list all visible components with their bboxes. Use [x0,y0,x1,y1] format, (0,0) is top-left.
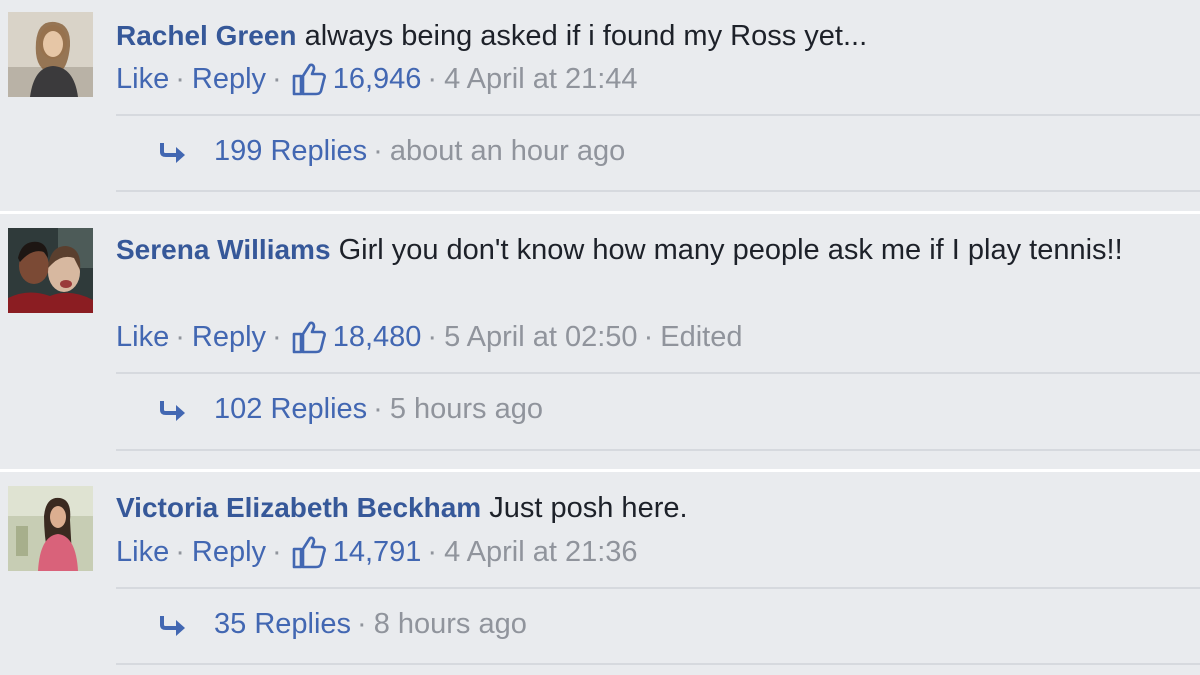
reply-link[interactable]: Reply [192,321,266,354]
comment-actions: Like · Reply · 18,480 · 5 April at 02:50… [116,320,742,354]
comment-actions: Like · Reply · 16,946 · 4 April at 21:44 [116,62,638,96]
separator: · [427,320,438,353]
comment-body: Rachel Green always being asked if i fou… [116,14,1140,58]
reply-arrow-icon [158,139,188,165]
reply-arrow-icon [158,612,188,638]
replies-time: about an hour ago [389,135,626,167]
reply-link[interactable]: Reply [192,536,266,569]
reply-arrow-icon [158,397,188,423]
replies-row[interactable]: 35 Replies · 8 hours ago [158,608,527,641]
thumbs-up-icon[interactable] [291,535,327,569]
separator: · [427,62,438,95]
comment-body: Victoria Elizabeth Beckham Just posh her… [116,486,1140,530]
separator: · [272,320,282,353]
separator: · [272,62,282,95]
separator: · [175,535,185,568]
comment-timestamp[interactable]: 4 April at 21:36 [444,536,637,569]
replies-time: 8 hours ago [373,608,527,640]
like-link[interactable]: Like [116,63,169,96]
replies-link[interactable]: 35 Replies [214,608,351,641]
comment-author[interactable]: Serena Williams [116,234,331,265]
like-count[interactable]: 16,946 [333,63,422,96]
divider [116,190,1200,192]
reply-link[interactable]: Reply [192,63,266,96]
separator: · [357,608,367,640]
comment-text: always being asked if i found my Ross ye… [304,20,868,52]
comment-timestamp[interactable]: 4 April at 21:44 [444,63,637,96]
comment-author[interactable]: Victoria Elizabeth Beckham [116,492,481,523]
replies-link[interactable]: 199 Replies [214,135,367,168]
comment-author[interactable]: Rachel Green [116,20,297,51]
divider [116,114,1200,116]
divider [116,587,1200,589]
divider [116,663,1200,665]
divider [116,372,1200,374]
like-count[interactable]: 14,791 [333,536,422,569]
comment-text: Girl you don't know how many people ask … [338,234,1123,266]
replies-link[interactable]: 102 Replies [214,393,367,426]
avatar[interactable] [8,486,93,571]
separator: · [427,535,438,568]
divider [116,449,1200,451]
separator: · [373,135,383,167]
separator: · [643,320,654,353]
comment-actions: Like · Reply · 14,791 · 4 April at 21:36 [116,535,638,569]
like-count[interactable]: 18,480 [333,321,422,354]
edited-label[interactable]: Edited [660,321,742,354]
replies-row[interactable]: 102 Replies · 5 hours ago [158,393,543,426]
comment-text: Just posh here. [489,492,688,524]
thumbs-up-icon[interactable] [291,320,327,354]
thumbs-up-icon[interactable] [291,62,327,96]
comment-timestamp[interactable]: 5 April at 02:50 [444,321,637,354]
comment-body: Serena Williams Girl you don't know how … [116,228,1140,272]
avatar[interactable] [8,228,93,313]
separator: · [175,320,185,353]
comment-separator [0,211,1200,214]
comment-feed: Rachel Green always being asked if i fou… [0,0,1200,675]
separator: · [272,535,282,568]
separator: · [373,393,383,425]
replies-row[interactable]: 199 Replies · about an hour ago [158,135,625,168]
like-link[interactable]: Like [116,536,169,569]
like-link[interactable]: Like [116,321,169,354]
replies-time: 5 hours ago [389,393,543,425]
comment-separator [0,469,1200,472]
avatar[interactable] [8,12,93,97]
separator: · [175,62,185,95]
